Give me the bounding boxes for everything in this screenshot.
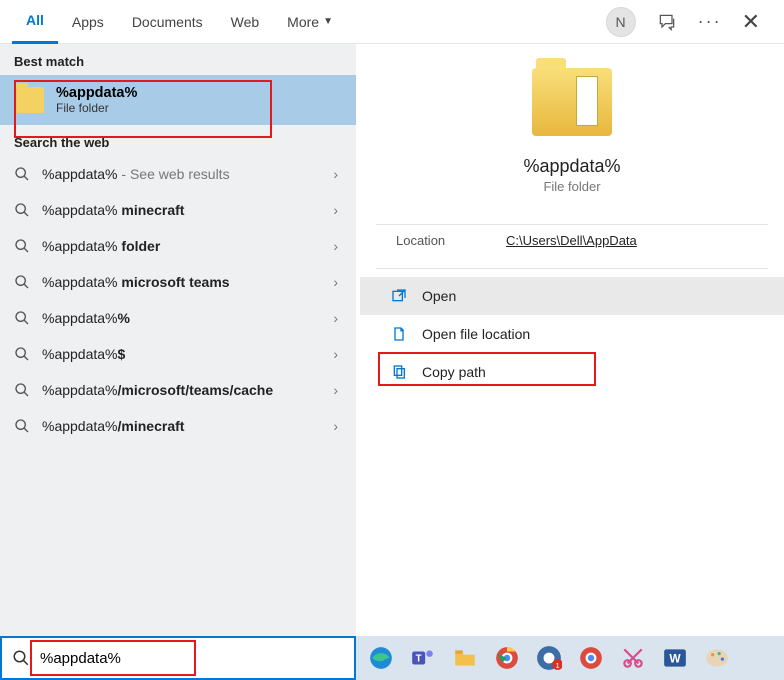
- web-result-item[interactable]: %appdata% minecraft ›: [0, 192, 356, 228]
- action-copy-path-label: Copy path: [422, 364, 486, 380]
- web-result-text: %appdata% folder: [42, 238, 160, 254]
- preview-subtitle: File folder: [543, 179, 600, 194]
- taskbar-word-icon[interactable]: W: [658, 641, 692, 675]
- preview-panel: %appdata% File folder Location C:\Users\…: [356, 44, 784, 636]
- action-open-location[interactable]: Open file location: [360, 315, 784, 353]
- chevron-down-icon: ▼: [323, 16, 333, 27]
- tab-apps[interactable]: Apps: [58, 0, 118, 44]
- file-location-icon: [390, 325, 408, 343]
- svg-text:1: 1: [556, 661, 560, 670]
- svg-text:W: W: [669, 651, 681, 665]
- tab-documents-label: Documents: [132, 14, 203, 30]
- tab-web-label: Web: [231, 14, 260, 30]
- chevron-right-icon: ›: [333, 310, 338, 326]
- open-icon: [390, 287, 408, 305]
- web-result-text: %appdata% minecraft: [42, 202, 184, 218]
- folder-large-icon: [532, 68, 612, 136]
- tab-web[interactable]: Web: [217, 0, 274, 44]
- web-result-item[interactable]: %appdata%% ›: [0, 300, 356, 336]
- tab-all[interactable]: All: [12, 0, 58, 44]
- web-result-item[interactable]: %appdata%/minecraft ›: [0, 408, 356, 444]
- taskbar-chrome2-icon[interactable]: [574, 641, 608, 675]
- divider: [376, 224, 768, 225]
- chevron-right-icon: ›: [333, 238, 338, 254]
- search-input[interactable]: %appdata%: [0, 636, 356, 680]
- best-match-label: Best match: [0, 44, 356, 75]
- location-label: Location: [396, 233, 506, 248]
- more-options-icon[interactable]: ···: [698, 11, 722, 32]
- action-open-location-label: Open file location: [422, 326, 530, 342]
- action-open-label: Open: [422, 288, 456, 304]
- copy-icon: [390, 363, 408, 381]
- preview-title: %appdata%: [523, 156, 620, 177]
- folder-icon: [14, 87, 44, 113]
- web-result-item[interactable]: %appdata%$ ›: [0, 336, 356, 372]
- preview-header: %appdata% File folder: [360, 68, 784, 224]
- taskbar-settings-icon[interactable]: 1: [532, 641, 566, 675]
- action-open[interactable]: Open: [360, 277, 784, 315]
- web-result-text: %appdata% microsoft teams: [42, 274, 230, 290]
- web-result-item[interactable]: %appdata% microsoft teams ›: [0, 264, 356, 300]
- taskbar-chrome-icon[interactable]: [490, 641, 524, 675]
- search-icon: [12, 649, 30, 667]
- tab-more[interactable]: More ▼: [273, 0, 347, 44]
- chevron-right-icon: ›: [333, 202, 338, 218]
- taskbar: T 1 W: [356, 636, 784, 680]
- bottom-bar: %appdata% T 1 W: [0, 636, 784, 680]
- taskbar-edge-icon[interactable]: [364, 641, 398, 675]
- web-result-item[interactable]: %appdata%/microsoft/teams/cache ›: [0, 372, 356, 408]
- web-result-text: %appdata%$: [42, 346, 125, 362]
- top-tab-bar: All Apps Documents Web More ▼ N ··· ✕: [0, 0, 784, 44]
- web-result-text: %appdata%/microsoft/teams/cache: [42, 382, 273, 398]
- divider: [376, 268, 768, 269]
- location-value[interactable]: C:\Users\Dell\AppData: [506, 233, 637, 248]
- chevron-right-icon: ›: [333, 382, 338, 398]
- best-match-row[interactable]: %appdata% File folder: [0, 75, 356, 125]
- location-row: Location C:\Users\Dell\AppData: [360, 233, 784, 268]
- best-match-text: %appdata% File folder: [56, 85, 137, 115]
- taskbar-paint-icon[interactable]: [700, 641, 734, 675]
- close-icon[interactable]: ✕: [742, 9, 760, 35]
- main-area: Best match %appdata% File folder Search …: [0, 44, 784, 636]
- svg-text:T: T: [416, 653, 422, 664]
- search-query: %appdata%: [40, 650, 121, 667]
- tab-more-label: More: [287, 14, 319, 30]
- tab-documents[interactable]: Documents: [118, 0, 217, 44]
- chevron-right-icon: ›: [333, 346, 338, 362]
- web-result-item[interactable]: %appdata% - See web results ›: [0, 156, 356, 192]
- chevron-right-icon: ›: [333, 418, 338, 434]
- web-result-text: %appdata% - See web results: [42, 166, 230, 182]
- avatar-initial: N: [616, 14, 626, 30]
- best-match-title: %appdata%: [56, 85, 137, 101]
- web-result-item[interactable]: %appdata% folder ›: [0, 228, 356, 264]
- web-results-list: %appdata% - See web results›%appdata% mi…: [0, 156, 356, 444]
- search-web-label: Search the web: [0, 125, 356, 156]
- avatar[interactable]: N: [606, 7, 636, 37]
- web-result-text: %appdata%/minecraft: [42, 418, 184, 434]
- tab-all-label: All: [26, 12, 44, 28]
- chevron-right-icon: ›: [333, 166, 338, 182]
- taskbar-snip-icon[interactable]: [616, 641, 650, 675]
- tab-apps-label: Apps: [72, 14, 104, 30]
- best-match-subtitle: File folder: [56, 101, 137, 115]
- feedback-icon[interactable]: [656, 11, 678, 33]
- taskbar-teams-icon[interactable]: T: [406, 641, 440, 675]
- chevron-right-icon: ›: [333, 274, 338, 290]
- top-right-controls: N ··· ✕: [606, 7, 772, 37]
- action-copy-path[interactable]: Copy path: [360, 353, 784, 391]
- taskbar-explorer-icon[interactable]: [448, 641, 482, 675]
- results-panel: Best match %appdata% File folder Search …: [0, 44, 356, 636]
- web-result-text: %appdata%%: [42, 310, 130, 326]
